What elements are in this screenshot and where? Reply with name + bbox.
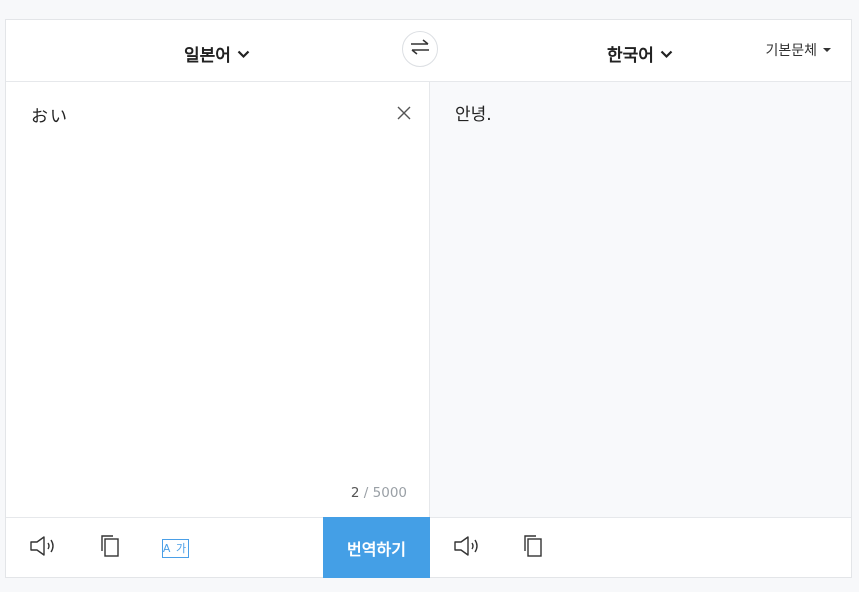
target-language-select[interactable]: 한국어	[607, 41, 673, 66]
target-listen-button[interactable]	[453, 535, 481, 561]
font-style-icon: A 가	[161, 538, 189, 558]
font-toggle-button[interactable]: A 가	[161, 535, 189, 561]
character-count-max: / 5000	[363, 485, 407, 501]
chevron-down-icon	[237, 44, 250, 64]
translator-panel: 일본어 한국어 기본문체 おい 2 / 5000 안녕. A 가 번역하기	[5, 19, 852, 578]
source-text-input[interactable]: おい	[31, 102, 69, 127]
close-icon	[395, 106, 413, 126]
swap-languages-button[interactable]	[402, 31, 438, 67]
character-counter: 2 / 5000	[351, 485, 407, 501]
translate-button[interactable]: 번역하기	[323, 517, 430, 578]
action-bar: A 가 번역하기	[6, 517, 851, 578]
source-language-label: 일본어	[184, 46, 231, 66]
target-pane: 안녕.	[430, 82, 851, 517]
clear-text-button[interactable]	[395, 104, 413, 122]
chevron-down-icon	[660, 44, 673, 64]
source-listen-button[interactable]	[29, 535, 57, 561]
copy-icon	[99, 534, 121, 562]
copy-icon	[522, 534, 544, 562]
character-count-current: 2	[350, 485, 360, 501]
source-language-select[interactable]: 일본어	[184, 41, 250, 66]
caret-down-icon	[823, 48, 831, 52]
speaker-icon	[29, 535, 57, 561]
language-bar: 일본어 한국어 기본문체	[6, 20, 851, 82]
target-language-label: 한국어	[607, 46, 654, 66]
source-copy-button[interactable]	[96, 535, 124, 561]
swap-icon	[410, 39, 430, 59]
speaker-icon	[453, 535, 481, 561]
source-pane[interactable]: おい 2 / 5000	[6, 82, 430, 517]
target-copy-button[interactable]	[519, 535, 547, 561]
translation-output: 안녕.	[455, 105, 492, 125]
font-style-dropdown[interactable]: 기본문체	[765, 40, 831, 60]
font-style-label: 기본문체	[765, 43, 817, 59]
